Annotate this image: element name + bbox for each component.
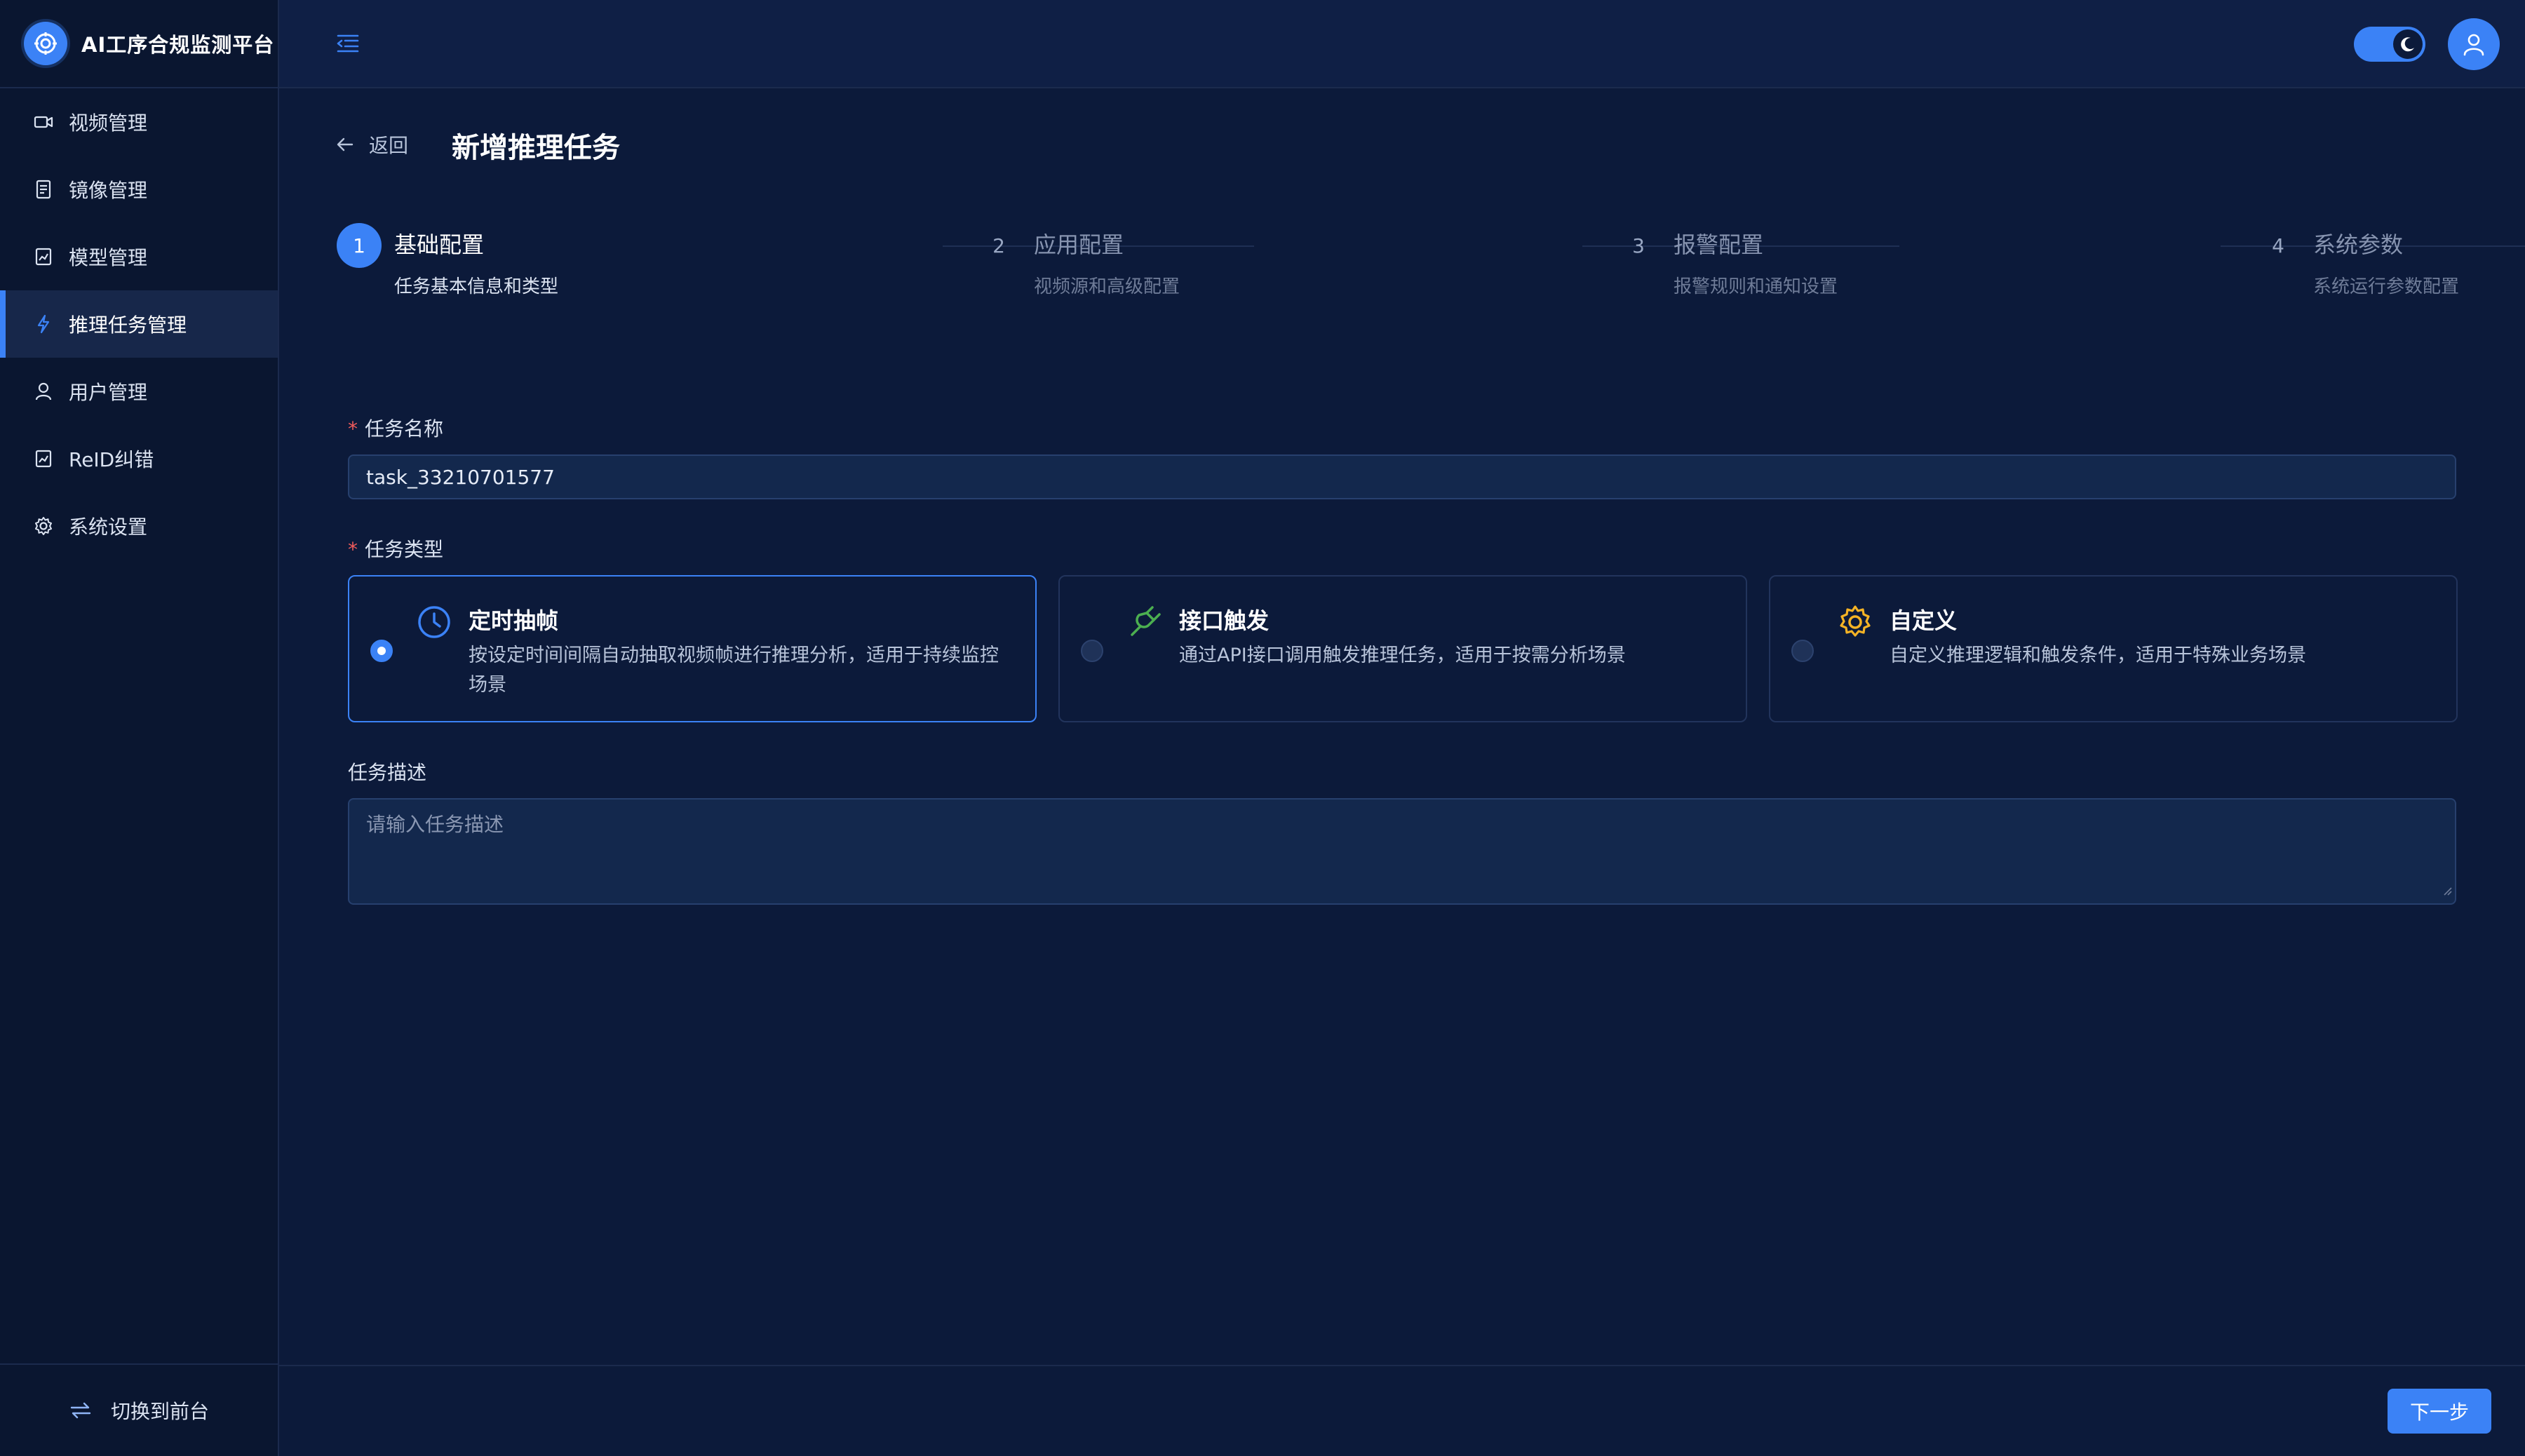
- option-desc: 按设定时间间隔自动抽取视频帧进行推理分析，适用于持续监控场景: [469, 645, 999, 696]
- sidebar-item-image[interactable]: 镜像管理: [0, 156, 278, 223]
- switch-frontend-button[interactable]: 切换到前台: [0, 1363, 278, 1456]
- page-title: 新增推理任务: [452, 132, 620, 164]
- step-number: 2: [992, 234, 1005, 257]
- step-title: 系统参数: [2313, 231, 2404, 258]
- task-desc-textarea[interactable]: 请输入任务描述: [348, 798, 2456, 905]
- sidebar-item-inference-task[interactable]: 推理任务管理: [0, 290, 278, 358]
- step-subtitle: 视频源和高级配置: [1034, 276, 1180, 297]
- step-number: 4: [2272, 234, 2284, 257]
- theme-toggle[interactable]: [2354, 27, 2425, 62]
- radio-button[interactable]: [1081, 640, 1103, 662]
- task-type-option-custom[interactable]: 自定义 自定义推理逻辑和触发条件，适用于特殊业务场景: [1769, 575, 2458, 722]
- radio-button[interactable]: [370, 640, 393, 662]
- gear-icon: [32, 515, 55, 537]
- step-number: 1: [337, 223, 382, 268]
- main-content: 返回 新增推理任务 1 基础配置 任务基本信息和类型 2 应用配置 视频源和高级…: [279, 90, 2525, 1365]
- sidebar: AI工序合规监测平台 视频管理 镜像管理 模型管理 推理任务管理 用户管理 Re…: [0, 0, 279, 1456]
- sidebar-item-label: 镜像管理: [69, 179, 148, 202]
- sidebar-item-label: ReID纠错: [69, 448, 154, 471]
- app-title: AI工序合规监测平台: [81, 33, 275, 57]
- sidebar-item-label: 系统设置: [69, 515, 148, 539]
- switch-frontend-label: 切换到前台: [110, 1400, 209, 1423]
- swap-icon: [69, 1400, 93, 1421]
- step-title: 基础配置: [394, 231, 485, 258]
- video-icon: [32, 111, 55, 133]
- option-desc: 通过API接口调用触发推理任务，适用于按需分析场景: [1179, 645, 1626, 666]
- step-alarm-config[interactable]: 3 报警配置 报警规则和通知设置: [1616, 223, 1838, 298]
- gear-icon: [1836, 603, 1874, 641]
- next-step-button[interactable]: 下一步: [2388, 1389, 2491, 1434]
- sidebar-item-user[interactable]: 用户管理: [0, 358, 278, 425]
- required-mark: *: [348, 538, 358, 561]
- sidebar-item-label: 模型管理: [69, 246, 148, 269]
- step-basic-config[interactable]: 1 基础配置 任务基本信息和类型: [337, 223, 558, 298]
- step-number: 3: [1632, 234, 1645, 257]
- image-icon: [32, 178, 55, 201]
- resize-handle-icon[interactable]: [2441, 877, 2452, 901]
- sidebar-item-reid[interactable]: ReID纠错: [0, 425, 278, 492]
- model-icon: [32, 245, 55, 268]
- sidebar-item-model[interactable]: 模型管理: [0, 223, 278, 290]
- sidebar-item-label: 用户管理: [69, 381, 148, 404]
- task-name-input[interactable]: task_33210701577: [348, 454, 2456, 499]
- step-title: 报警配置: [1674, 231, 1764, 258]
- step-title: 应用配置: [1034, 231, 1124, 258]
- option-title: 接口触发: [1179, 607, 1270, 634]
- step-subtitle: 任务基本信息和类型: [394, 276, 559, 297]
- back-button[interactable]: 返回: [335, 130, 408, 159]
- task-desc-label: 任务描述: [348, 761, 427, 784]
- task-name-label: * 任务名称: [348, 417, 444, 440]
- brand-logo-icon: [24, 22, 67, 65]
- bolt-icon: [32, 313, 55, 335]
- sidebar-item-label: 推理任务管理: [69, 314, 187, 337]
- brand: AI工序合规监测平台: [0, 0, 278, 88]
- footer-action-bar: 下一步: [279, 1365, 2525, 1456]
- plug-icon: [1126, 603, 1164, 641]
- arrow-left-icon: [335, 135, 355, 154]
- menu-collapse-icon[interactable]: [334, 29, 362, 58]
- moon-icon: [2393, 29, 2423, 59]
- back-label: 返回: [369, 134, 409, 157]
- task-type-option-api[interactable]: 接口触发 通过API接口调用触发推理任务，适用于按需分析场景: [1058, 575, 1747, 722]
- option-desc: 自定义推理逻辑和触发条件，适用于特殊业务场景: [1890, 645, 2306, 666]
- sidebar-item-settings[interactable]: 系统设置: [0, 492, 278, 560]
- sidebar-nav: 视频管理 镜像管理 模型管理 推理任务管理 用户管理 ReID纠错 系统设置: [0, 88, 278, 560]
- sidebar-item-label: 视频管理: [69, 112, 148, 135]
- clock-icon: [415, 603, 453, 641]
- option-title: 定时抽帧: [469, 607, 559, 634]
- step-system-params[interactable]: 4 系统参数 系统运行参数配置: [2256, 223, 2459, 298]
- top-header: [279, 0, 2525, 88]
- user-avatar[interactable]: [2448, 18, 2500, 70]
- sidebar-item-video[interactable]: 视频管理: [0, 88, 278, 156]
- step-subtitle: 系统运行参数配置: [2313, 276, 2460, 297]
- radio-button[interactable]: [1791, 640, 1814, 662]
- step-subtitle: 报警规则和通知设置: [1674, 276, 1838, 297]
- step-app-config[interactable]: 2 应用配置 视频源和高级配置: [976, 223, 1180, 298]
- user-icon: [32, 380, 55, 403]
- task-type-label: * 任务类型: [348, 538, 444, 561]
- required-mark: *: [348, 417, 358, 440]
- task-desc-placeholder: 请输入任务描述: [366, 813, 504, 836]
- option-title: 自定义: [1890, 607, 1958, 634]
- stepper: 1 基础配置 任务基本信息和类型 2 应用配置 视频源和高级配置 3 报警配置 …: [337, 223, 2525, 307]
- task-type-option-scheduled[interactable]: 定时抽帧 按设定时间间隔自动抽取视频帧进行推理分析，适用于持续监控场景: [348, 575, 1037, 722]
- reid-icon: [32, 447, 55, 470]
